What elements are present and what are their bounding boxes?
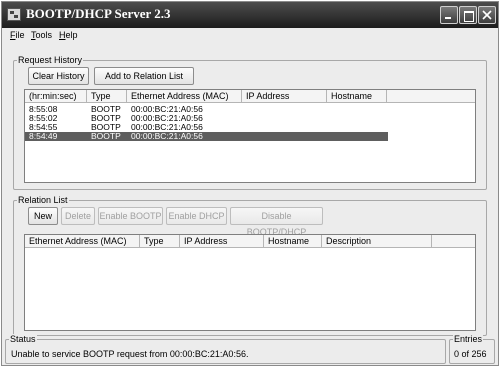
table-row[interactable]: 8:55:02 BOOTP 00:00:BC:21:A0:56 [25, 114, 385, 123]
menu-file-label: ile [15, 30, 25, 40]
col-filler-header [387, 90, 475, 103]
menu-help[interactable]: Help [59, 30, 78, 40]
col-ip-header[interactable]: IP Address [242, 90, 327, 103]
relation-list-header: Ethernet Address (MAC) Type IP Address H… [25, 235, 475, 248]
clear-history-button[interactable]: Clear History [28, 67, 89, 85]
close-icon [482, 10, 492, 20]
status-group: Status Unable to service BOOTP request f… [5, 334, 446, 364]
delete-button[interactable]: Delete [61, 207, 95, 225]
relation-list[interactable]: Ethernet Address (MAC) Type IP Address H… [24, 234, 476, 331]
menu-help-label: elp [65, 30, 78, 40]
menu-tools-label: ools [35, 30, 53, 40]
request-history-group: Request History Clear History Add to Rel… [13, 55, 487, 190]
request-history-title: Request History [17, 55, 84, 66]
new-button[interactable]: New [28, 207, 58, 225]
relation-list-group: Relation List New Delete Enable BOOTP En… [13, 195, 487, 336]
col-time-header[interactable]: (hr:min:sec) [25, 90, 87, 103]
table-row[interactable]: 8:55:08 BOOTP 00:00:BC:21:A0:56 [25, 105, 385, 114]
col-hostname-header[interactable]: Hostname [327, 90, 387, 103]
entries-count: 0 of 256 [454, 349, 487, 359]
enable-dhcp-button[interactable]: Enable DHCP [166, 207, 227, 225]
window-title: BOOTP/DHCP Server 2.3 [26, 6, 171, 21]
cell-time: 8:54:49 [29, 131, 58, 141]
col-ip-header[interactable]: IP Address [180, 235, 264, 248]
col-type-header[interactable]: Type [140, 235, 180, 248]
col-filler-header [432, 235, 475, 248]
table-row-selected[interactable]: 8:54:49 BOOTP 00:00:BC:21:A0:56 [25, 132, 388, 141]
status-message: Unable to service BOOTP request from 00:… [11, 349, 249, 359]
entries-title: Entries [453, 334, 484, 345]
menu-bar: File Tools Help [2, 29, 498, 43]
enable-bootp-button[interactable]: Enable BOOTP [98, 207, 163, 225]
app-network-icon [7, 8, 21, 21]
col-hostname-header[interactable]: Hostname [264, 235, 322, 248]
minimize-button[interactable] [440, 6, 458, 24]
close-button[interactable] [478, 6, 496, 24]
entries-group: Entries 0 of 256 [449, 334, 495, 364]
cell-mac: 00:00:BC:21:A0:56 [131, 131, 203, 141]
app-window: BOOTP/DHCP Server 2.3 File Tools Help Re… [1, 1, 499, 366]
cell-type: BOOTP [91, 131, 121, 141]
col-mac-header[interactable]: Ethernet Address (MAC) [25, 235, 140, 248]
disable-bootp-dhcp-button[interactable]: Disable BOOTP/DHCP [230, 207, 323, 237]
request-history-list[interactable]: (hr:min:sec) Type Ethernet Address (MAC)… [24, 89, 476, 183]
col-mac-header[interactable]: Ethernet Address (MAC) [127, 90, 242, 103]
maximize-button[interactable] [459, 6, 477, 24]
menu-tools[interactable]: Tools [31, 30, 52, 40]
status-title: Status [9, 334, 37, 345]
request-history-header: (hr:min:sec) Type Ethernet Address (MAC)… [25, 90, 475, 103]
menu-file[interactable]: File [10, 30, 25, 40]
table-row[interactable]: 8:54:55 BOOTP 00:00:BC:21:A0:56 [25, 123, 385, 132]
title-bar[interactable]: BOOTP/DHCP Server 2.3 [2, 2, 498, 28]
col-description-header[interactable]: Description [322, 235, 432, 248]
relation-list-title: Relation List [17, 195, 69, 206]
add-to-relation-list-button[interactable]: Add to Relation List [94, 67, 194, 85]
col-type-header[interactable]: Type [87, 90, 127, 103]
